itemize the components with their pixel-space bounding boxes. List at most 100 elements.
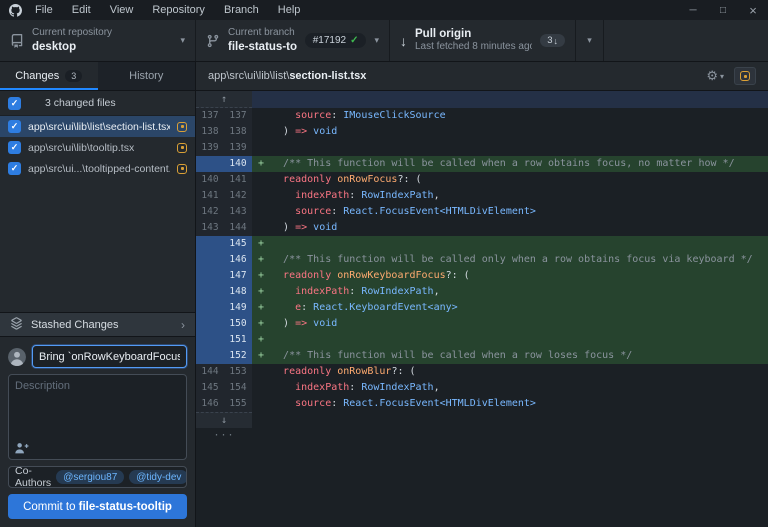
old-line-number[interactable]: 144 — [196, 364, 224, 380]
menu-help[interactable]: Help — [278, 4, 301, 16]
chevron-down-icon: ▾ — [720, 72, 724, 81]
old-line-number[interactable] — [196, 252, 224, 268]
old-line-number[interactable] — [196, 236, 224, 252]
diff-options-gear-button[interactable]: ⚙ ▾ — [706, 68, 724, 84]
close-button[interactable]: × — [738, 0, 768, 20]
diff-line[interactable]: 140141 readonly onRowFocus?: ( — [196, 172, 768, 188]
new-line-number[interactable]: 137 — [224, 108, 252, 124]
file-row[interactable]: ✓app\src\ui...\tooltipped-content.tsx — [0, 158, 195, 179]
diff-line[interactable]: 143144 ) => void — [196, 220, 768, 236]
diff-line[interactable]: 142143 source: React.FocusEvent<HTMLDivE… — [196, 204, 768, 220]
current-branch-button[interactable]: Current branch file-status-too... #17192… — [196, 20, 390, 61]
file-row[interactable]: ✓app\src\ui\lib\list\section-list.tsx — [0, 116, 195, 137]
old-line-number[interactable] — [196, 348, 224, 364]
menu-file[interactable]: File — [35, 4, 53, 16]
diff-line[interactable]: 148+ indexPath: RowIndexPath, — [196, 284, 768, 300]
old-line-number[interactable] — [196, 300, 224, 316]
new-line-number[interactable]: 138 — [224, 124, 252, 140]
current-repository-button[interactable]: Current repository desktop ▾ — [0, 20, 196, 61]
diff-ellipsis-row: ··· — [196, 428, 768, 444]
coauthor-pill[interactable]: @tidy-dev — [129, 470, 187, 484]
old-line-number[interactable] — [196, 332, 224, 348]
new-line-number[interactable]: 154 — [224, 380, 252, 396]
old-line-number[interactable] — [196, 284, 224, 300]
new-line-number[interactable]: 141 — [224, 172, 252, 188]
old-line-number[interactable]: 139 — [196, 140, 224, 156]
menu-view[interactable]: View — [110, 4, 134, 16]
old-line-number[interactable]: 141 — [196, 188, 224, 204]
diff-line[interactable]: 147+ readonly onRowKeyboardFocus?: ( — [196, 268, 768, 284]
file-checkbox[interactable]: ✓ — [8, 162, 21, 175]
expand-down-button[interactable]: ↓ — [196, 412, 252, 428]
diff-line[interactable]: 137137 source: IMouseClickSource — [196, 108, 768, 124]
diff-line[interactable]: 151+ — [196, 332, 768, 348]
new-line-number[interactable]: 153 — [224, 364, 252, 380]
file-row[interactable]: ✓app\src\ui\lib\tooltip.tsx — [0, 137, 195, 158]
diff-line[interactable]: 146155 source: React.FocusEvent<HTMLDivE… — [196, 396, 768, 412]
sidebar-empty-space — [0, 179, 195, 312]
commit-description-input[interactable] — [9, 375, 186, 437]
new-line-number[interactable]: 150 — [224, 316, 252, 332]
new-line-number[interactable]: 152 — [224, 348, 252, 364]
new-line-number[interactable]: 148 — [224, 284, 252, 300]
old-line-number[interactable]: 145 — [196, 380, 224, 396]
pull-count: 3 — [547, 35, 552, 46]
diff-line[interactable]: 138138 ) => void — [196, 124, 768, 140]
new-line-number[interactable]: 140 — [224, 156, 252, 172]
new-line-number[interactable]: 145 — [224, 236, 252, 252]
pull-origin-button[interactable]: ↓ Pull origin Last fetched 8 minutes ago… — [390, 20, 576, 61]
old-line-number[interactable] — [196, 316, 224, 332]
diff-line[interactable]: 139139 — [196, 140, 768, 156]
coauthor-pill[interactable]: @sergiou87 — [56, 470, 124, 484]
new-line-number[interactable]: 147 — [224, 268, 252, 284]
old-line-number[interactable]: 142 — [196, 204, 224, 220]
diff-line[interactable]: 141142 indexPath: RowIndexPath, — [196, 188, 768, 204]
new-line-number[interactable]: 144 — [224, 220, 252, 236]
coauthors-field[interactable]: Co-Authors @sergiou87@tidy-dev — [8, 466, 187, 488]
expand-up-button[interactable]: ↑ — [196, 91, 252, 108]
new-line-number[interactable]: 151 — [224, 332, 252, 348]
menu-repository[interactable]: Repository — [152, 4, 205, 16]
diff-line[interactable]: 152+ /** This function will be called wh… — [196, 348, 768, 364]
commit-button[interactable]: Commit to file-status-tooltip — [8, 494, 187, 519]
stashed-changes-bar[interactable]: Stashed Changes › — [0, 312, 195, 337]
current-repository-value: desktop — [32, 40, 112, 54]
minimize-button[interactable]: ─ — [678, 0, 708, 20]
old-line-number[interactable] — [196, 268, 224, 284]
diff-line[interactable]: 145154 indexPath: RowIndexPath, — [196, 380, 768, 396]
include-all-checkbox[interactable]: ✓ — [8, 97, 21, 110]
diff-line[interactable]: 149+ e: React.KeyboardEvent<any> — [196, 300, 768, 316]
tab-changes[interactable]: Changes 3 — [0, 62, 98, 90]
person-add-icon[interactable] — [14, 441, 29, 456]
new-line-number[interactable]: 143 — [224, 204, 252, 220]
diff-line[interactable]: 140+ /** This function will be called wh… — [196, 156, 768, 172]
pull-count-badge: 3 ↓ — [540, 34, 565, 47]
old-line-number[interactable]: 140 — [196, 172, 224, 188]
old-line-number[interactable]: 138 — [196, 124, 224, 140]
code-text: ) => void — [271, 316, 768, 332]
menu-edit[interactable]: Edit — [72, 4, 91, 16]
new-line-number[interactable]: 155 — [224, 396, 252, 412]
old-line-number[interactable] — [196, 156, 224, 172]
new-line-number[interactable]: 146 — [224, 252, 252, 268]
diff-line[interactable]: 144153 readonly onRowBlur?: ( — [196, 364, 768, 380]
old-line-number[interactable]: 146 — [196, 396, 224, 412]
old-line-number[interactable]: 143 — [196, 220, 224, 236]
diff-line[interactable]: 145+ — [196, 236, 768, 252]
menu-branch[interactable]: Branch — [224, 4, 259, 16]
diff-line[interactable]: 150+ ) => void — [196, 316, 768, 332]
new-line-number[interactable]: 142 — [224, 188, 252, 204]
file-checkbox[interactable]: ✓ — [8, 120, 21, 133]
pull-dropdown-button[interactable]: ▾ — [576, 20, 604, 61]
toolbar: Current repository desktop ▾ Current bra… — [0, 20, 768, 62]
file-checkbox[interactable]: ✓ — [8, 141, 21, 154]
description-box — [8, 374, 187, 460]
new-line-number[interactable]: 139 — [224, 140, 252, 156]
diff-lines: 137137 source: IMouseClickSource138138 )… — [196, 108, 768, 412]
commit-summary-input[interactable] — [32, 345, 187, 368]
new-line-number[interactable]: 149 — [224, 300, 252, 316]
tab-history[interactable]: History — [98, 62, 196, 90]
maximize-button[interactable]: □ — [708, 0, 738, 20]
diff-line[interactable]: 146+ /** This function will be called on… — [196, 252, 768, 268]
old-line-number[interactable]: 137 — [196, 108, 224, 124]
